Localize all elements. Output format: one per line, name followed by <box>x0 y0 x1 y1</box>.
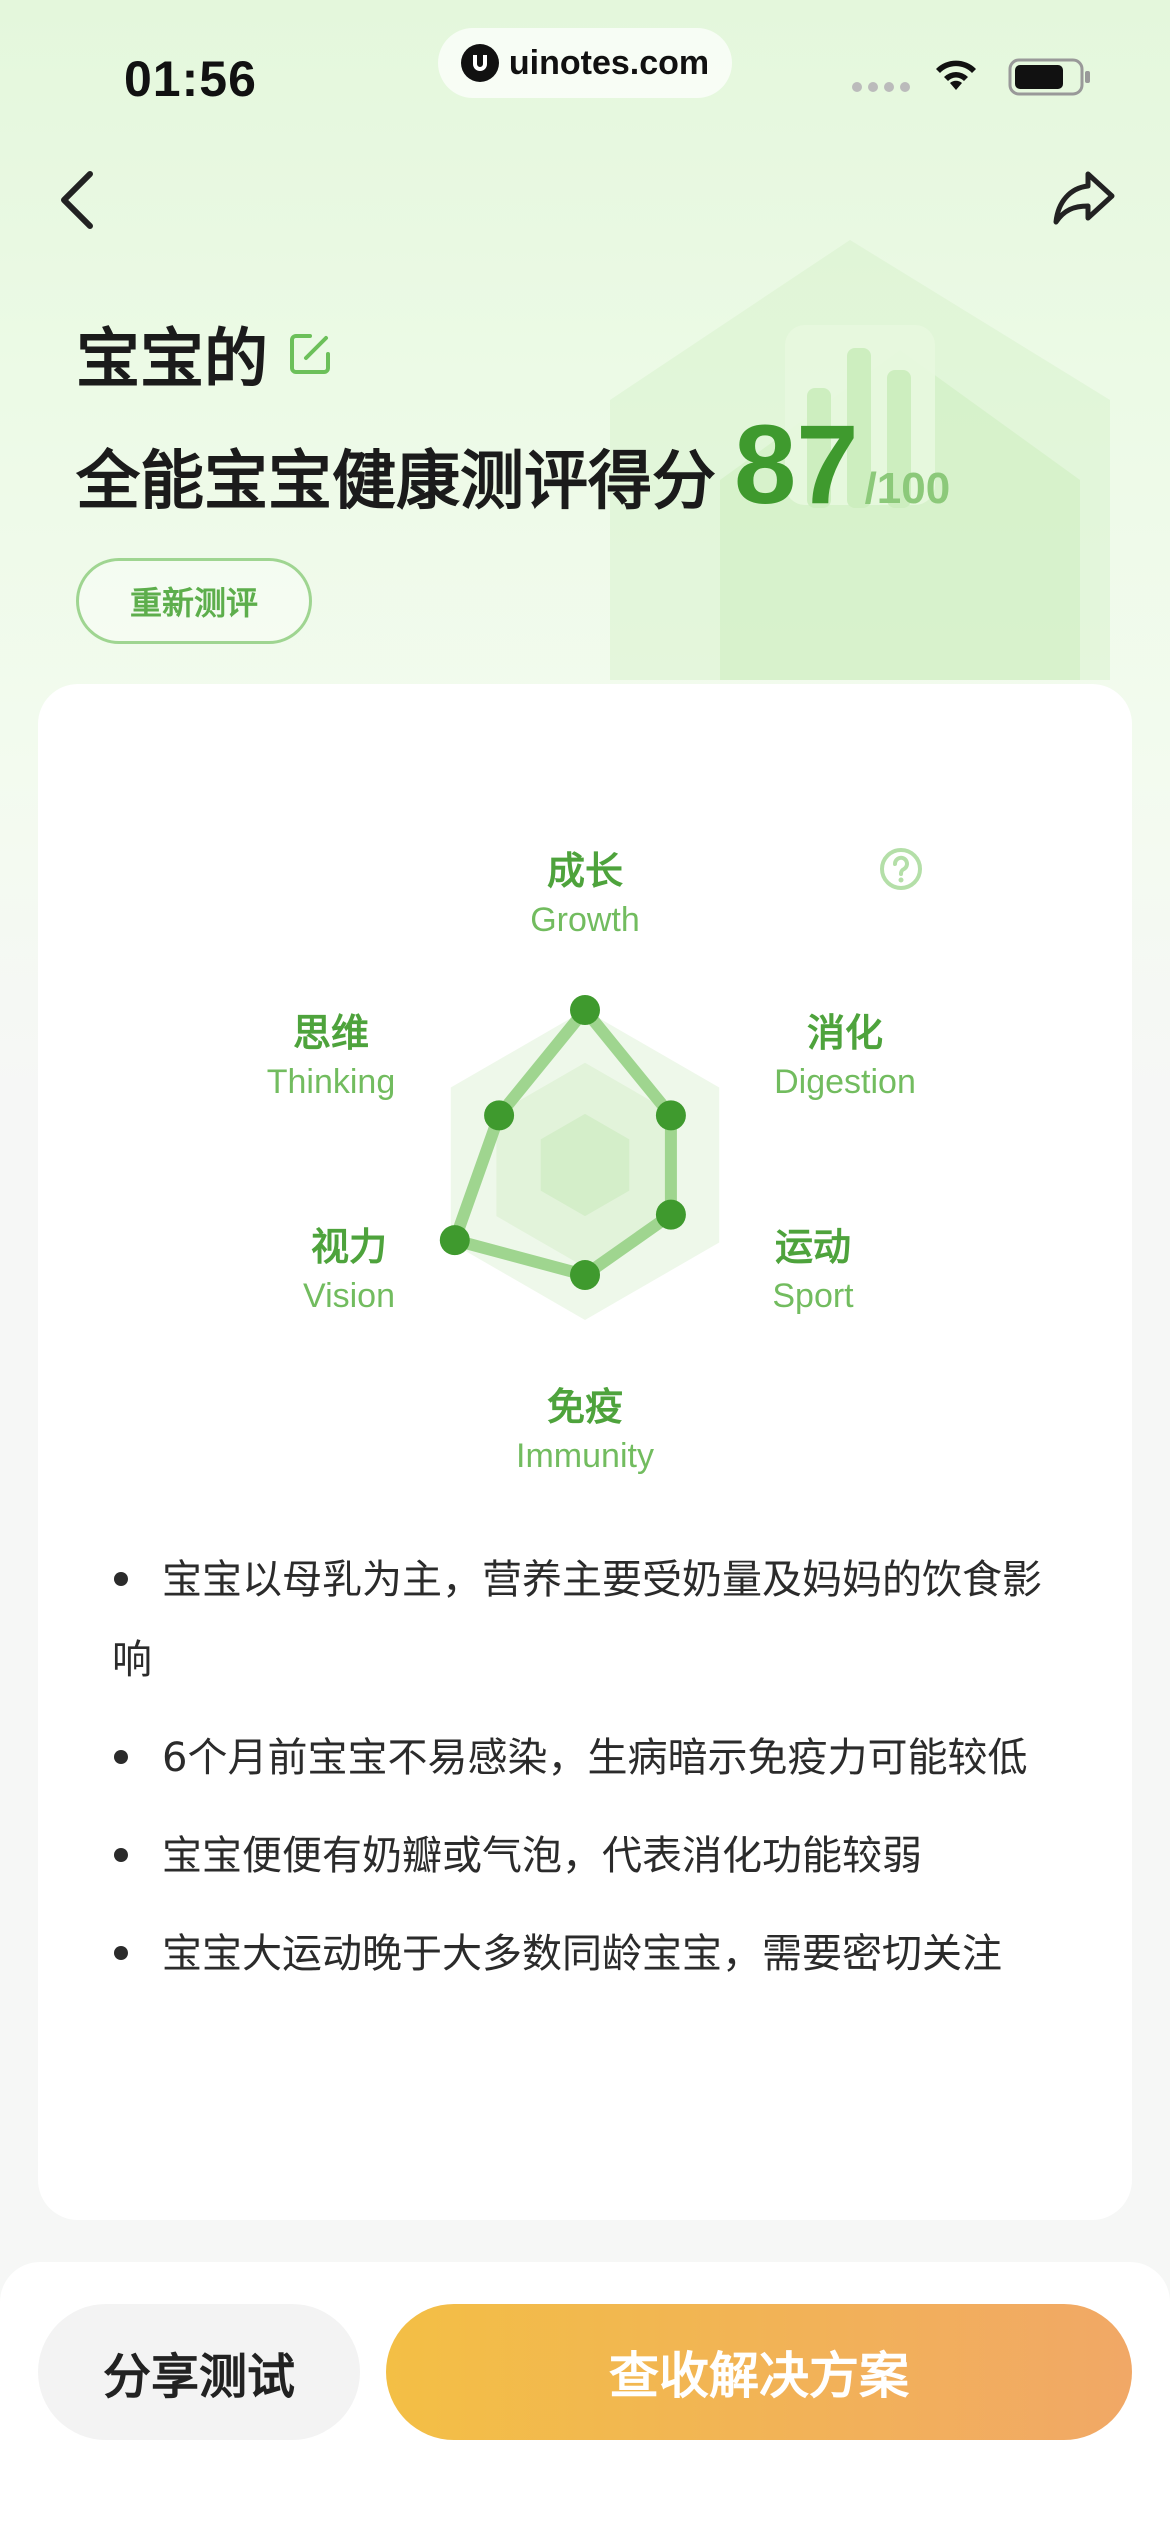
radar-label-en: Thinking <box>266 1063 396 1101</box>
cellular-signal-icon <box>852 82 910 92</box>
radar-label-cn: 思维 <box>292 1011 369 1055</box>
radar-label-cn: 消化 <box>806 1011 883 1055</box>
baby-name-label: 宝宝的 <box>76 323 268 397</box>
radar-label-en: Vision <box>303 1277 395 1315</box>
share-icon[interactable] <box>1050 166 1118 230</box>
url-text: uinotes.com <box>508 43 710 82</box>
page-title-line1: 宝宝的 <box>76 308 334 400</box>
back-button[interactable] <box>50 164 110 234</box>
page-title-line2: 全能宝宝健康测评得分 87 /100 <box>76 400 950 529</box>
radar-label-en: Sport <box>772 1277 854 1315</box>
radar-label-cn: 运动 <box>774 1225 851 1269</box>
score-value: 87 <box>734 402 859 527</box>
score-title: 全能宝宝健康测评得分 <box>76 445 716 519</box>
battery-icon <box>1008 58 1090 96</box>
analysis-list: 宝宝以母乳为主，营养主要受奶量及妈妈的饮食影响 6个月前宝宝不易感染，生病暗示免… <box>112 1540 1052 2012</box>
list-item: 宝宝以母乳为主，营养主要受奶量及妈妈的饮食影响 <box>112 1557 1042 1683</box>
share-test-button[interactable]: 分享测试 <box>38 2304 360 2440</box>
list-item: 6个月前宝宝不易感染，生病暗示免疫力可能较低 <box>112 1718 1052 1798</box>
edit-icon[interactable] <box>286 330 334 378</box>
status-bar: 01:56 uinotes.com <box>0 0 1170 140</box>
radar-label-en: Growth <box>530 901 640 939</box>
wifi-icon <box>936 60 976 90</box>
radar-label-cn: 免疫 <box>546 1385 623 1429</box>
help-icon[interactable] <box>878 846 924 892</box>
retest-button[interactable]: 重新测评 <box>76 558 312 644</box>
score-max: /100 <box>864 464 951 513</box>
radar-label-vision: 视力 Vision <box>229 1216 469 1316</box>
get-solution-button[interactable]: 查收解决方案 <box>386 2304 1132 2440</box>
status-time: 01:56 <box>124 51 257 107</box>
list-item: 宝宝便便有奶瓣或气泡，代表消化功能较弱 <box>112 1816 1052 1896</box>
radar-label-growth: 成长 Growth <box>465 840 705 940</box>
radar-label-sport: 运动 Sport <box>693 1216 933 1316</box>
radar-label-cn: 成长 <box>546 849 623 893</box>
radar-label-thinking: 思维 Thinking <box>211 1002 451 1102</box>
radar-label-en: Digestion <box>774 1063 916 1101</box>
radar-label-cn: 视力 <box>310 1225 387 1269</box>
url-pill: uinotes.com <box>438 28 732 98</box>
radar-label-en: Immunity <box>516 1437 654 1475</box>
radar-label-digestion: 消化 Digestion <box>725 1002 965 1102</box>
list-item: 宝宝大运动晚于大多数同龄宝宝，需要密切关注 <box>112 1914 1052 1994</box>
radar-label-immunity: 免疫 Immunity <box>465 1376 705 1476</box>
site-logo-icon <box>460 44 499 82</box>
